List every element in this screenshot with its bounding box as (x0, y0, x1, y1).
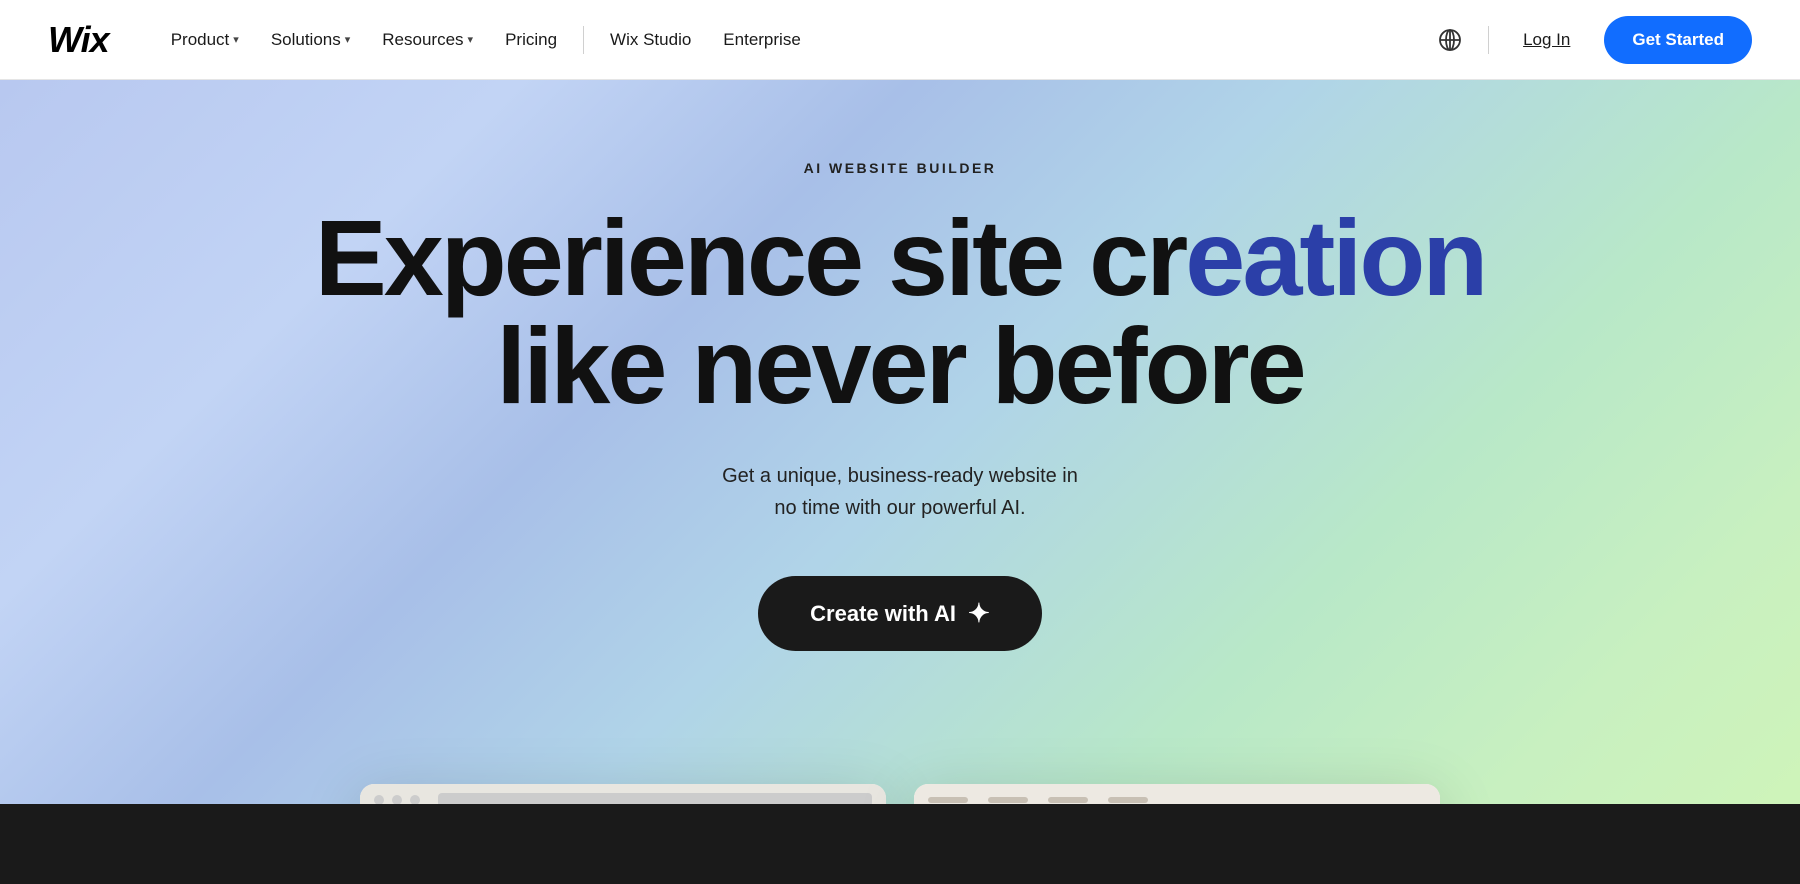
hero-badge: AI WEBSITE BUILDER (804, 160, 997, 176)
nav-menu: Product ▾ Solutions ▾ Resources ▾ Pricin… (157, 22, 1432, 58)
bottom-dark-bar (0, 804, 1800, 884)
chevron-down-icon: ▾ (468, 33, 474, 46)
browser-nav-item (928, 797, 968, 803)
hero-title: Experience site creationlike never befor… (315, 204, 1486, 420)
browser-nav-dots (928, 797, 1148, 803)
cta-label: Create with AI (810, 601, 956, 627)
nav-wix-studio[interactable]: Wix Studio (596, 22, 705, 58)
sparkle-icon: ✦ (968, 598, 990, 629)
hero-subtitle: Get a unique, business-ready website inn… (722, 460, 1078, 524)
nav-product-label: Product (171, 30, 230, 50)
nav-pricing-label: Pricing (505, 30, 557, 50)
hero-title-highlight: eation (1185, 197, 1485, 318)
create-with-ai-button[interactable]: Create with AI ✦ (758, 576, 1042, 651)
login-button[interactable]: Log In (1509, 22, 1584, 58)
nav-pricing[interactable]: Pricing (491, 22, 571, 58)
nav-resources-label: Resources (382, 30, 463, 50)
language-selector[interactable] (1432, 22, 1468, 58)
nav-enterprise-label: Enterprise (723, 30, 800, 50)
chevron-down-icon: ▾ (233, 33, 239, 46)
browser-nav-item (988, 797, 1028, 803)
browser-nav-item (1048, 797, 1088, 803)
chevron-down-icon: ▾ (345, 33, 351, 46)
get-started-button[interactable]: Get Started (1604, 16, 1752, 64)
nav-product[interactable]: Product ▾ (157, 22, 253, 58)
nav-solutions-label: Solutions (271, 30, 341, 50)
nav-wix-studio-label: Wix Studio (610, 30, 691, 50)
nav-resources[interactable]: Resources ▾ (368, 22, 487, 58)
navbar-right: Log In Get Started (1432, 16, 1752, 64)
hero-section: AI WEBSITE BUILDER Experience site creat… (0, 80, 1800, 884)
browser-nav-item (1108, 797, 1148, 803)
nav-right-divider (1488, 26, 1489, 54)
nav-solutions[interactable]: Solutions ▾ (257, 22, 364, 58)
nav-divider (583, 26, 584, 54)
wix-logo[interactable]: Wix (48, 19, 109, 61)
navbar: Wix Product ▾ Solutions ▾ Resources ▾ Pr… (0, 0, 1800, 80)
nav-enterprise[interactable]: Enterprise (709, 22, 814, 58)
